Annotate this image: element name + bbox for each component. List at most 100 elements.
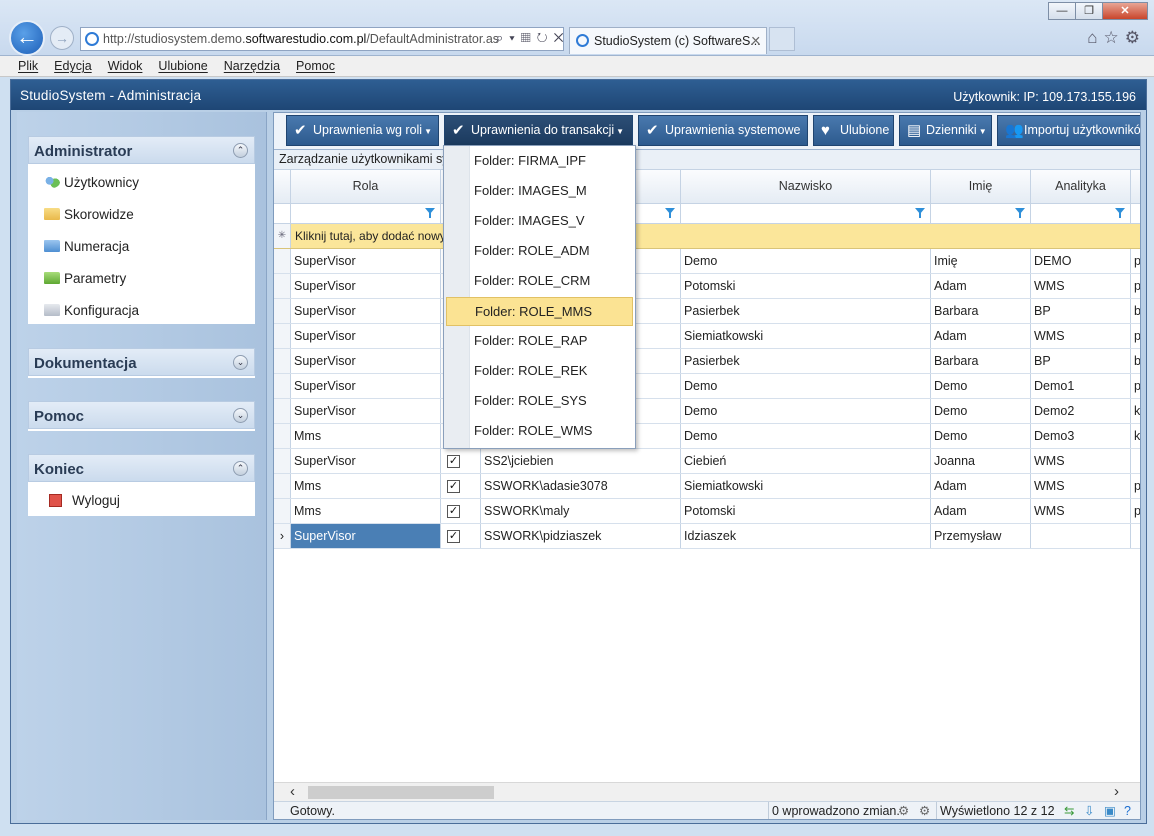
active-checkbox[interactable]: ✓ bbox=[447, 505, 460, 518]
cell-extra[interactable] bbox=[1131, 449, 1140, 473]
table-row[interactable]: Mms ✓ SSWORK\adasie3078 Siemiatkowski Adam WM… bbox=[274, 474, 1140, 499]
tab-close-icon[interactable]: ✕ bbox=[751, 28, 761, 54]
search-icon[interactable]: ⌕ bbox=[496, 30, 509, 45]
row-header-cell[interactable] bbox=[274, 249, 291, 273]
row-header-cell[interactable] bbox=[274, 274, 291, 298]
discard-changes-icon[interactable]: ⚙ bbox=[919, 802, 930, 819]
filter-cell-nazwisko[interactable] bbox=[681, 204, 931, 223]
menu-widok[interactable]: Widok bbox=[100, 56, 151, 76]
cell-extra[interactable] bbox=[1131, 524, 1140, 548]
cell-imie[interactable]: Demo bbox=[931, 374, 1031, 398]
cell-extra[interactable]: p bbox=[1131, 274, 1140, 298]
cell-nazwisko[interactable]: Potomski bbox=[681, 499, 931, 523]
cell-analityka[interactable] bbox=[1031, 524, 1131, 548]
scroll-left-icon[interactable]: ‹ bbox=[290, 783, 295, 801]
filter-icon[interactable] bbox=[665, 208, 675, 219]
cell-login[interactable]: SSWORK\maly bbox=[481, 499, 681, 523]
row-header-cell[interactable] bbox=[274, 349, 291, 373]
panel-header-dokumentacja[interactable]: Dokumentacja ⌄ bbox=[28, 348, 255, 376]
sidebar-item-parametry[interactable]: Parametry bbox=[28, 262, 255, 294]
dropdown-item[interactable]: Folder: ROLE_CRM bbox=[446, 267, 633, 296]
cell-rola[interactable]: Mms bbox=[291, 424, 441, 448]
menu-plik[interactable]: Plik bbox=[10, 56, 46, 76]
sidebar-item-skorowidze[interactable]: Skorowidze bbox=[28, 198, 255, 230]
cell-extra[interactable]: p bbox=[1131, 474, 1140, 498]
filter-icon[interactable] bbox=[1115, 208, 1125, 219]
cell-extra[interactable]: p bbox=[1131, 374, 1140, 398]
cell-nazwisko[interactable]: Demo bbox=[681, 399, 931, 423]
row-header-cell[interactable] bbox=[274, 399, 291, 423]
favorites-button[interactable]: ♥ Ulubione bbox=[813, 115, 894, 146]
row-header-cell[interactable] bbox=[274, 449, 291, 473]
dropdown-item[interactable]: Folder: ROLE_REK bbox=[446, 357, 633, 386]
cell-extra[interactable]: p bbox=[1131, 499, 1140, 523]
cell-extra[interactable]: b bbox=[1131, 349, 1140, 373]
row-header-cell[interactable] bbox=[274, 299, 291, 323]
cell-analityka[interactable]: WMS bbox=[1031, 274, 1131, 298]
cell-nazwisko[interactable]: Siemiatkowski bbox=[681, 474, 931, 498]
cell-active[interactable]: ✓ bbox=[441, 524, 481, 548]
active-checkbox[interactable]: ✓ bbox=[447, 480, 460, 493]
table-row[interactable]: SuperVisor Siemiatkowski Adam WMS p bbox=[274, 324, 1140, 349]
cell-active[interactable]: ✓ bbox=[441, 499, 481, 523]
filter-cell-rola[interactable] bbox=[291, 204, 441, 223]
column-header-imie[interactable]: Imię bbox=[931, 170, 1031, 203]
cell-rola[interactable]: SuperVisor bbox=[291, 324, 441, 348]
cell-analityka[interactable]: BP bbox=[1031, 299, 1131, 323]
collapse-icon[interactable]: ⌃ bbox=[233, 461, 248, 476]
cell-login[interactable]: SSWORK\pidziaszek bbox=[481, 524, 681, 548]
print-icon[interactable]: ▣ bbox=[1104, 802, 1116, 819]
table-row[interactable]: SuperVisor ✓ SS2\jciebien Ciebień Joanna WMS bbox=[274, 449, 1140, 474]
dropdown-item[interactable]: Folder: ROLE_MMS bbox=[446, 297, 633, 326]
transaction-permissions-button[interactable]: ✔ Uprawnienia do transakcji ▼ bbox=[444, 115, 633, 146]
save-changes-icon[interactable]: ⚙ bbox=[898, 802, 909, 819]
dropdown-item[interactable]: Folder: ROLE_SYS bbox=[446, 387, 633, 416]
close-window-button[interactable]: ✕ bbox=[1102, 2, 1148, 20]
cell-rola[interactable]: SuperVisor bbox=[291, 399, 441, 423]
new-tab-button[interactable] bbox=[769, 27, 795, 51]
cell-rola[interactable]: Mms bbox=[291, 474, 441, 498]
row-header-cell[interactable] bbox=[274, 424, 291, 448]
table-row[interactable]: SuperVisor Pasierbek Barbara BP b bbox=[274, 349, 1140, 374]
roles-permissions-button[interactable]: ✔ Uprawnienia wg roli ▼ bbox=[286, 115, 439, 146]
refresh-icon[interactable]: ↻ bbox=[537, 30, 554, 45]
sidebar-item-wyloguj[interactable]: Wyloguj bbox=[28, 484, 255, 516]
cell-rola[interactable]: SuperVisor bbox=[291, 274, 441, 298]
browser-tab[interactable]: StudioSystem (c) SoftwareS... ✕ bbox=[569, 27, 767, 54]
cell-rola[interactable]: SuperVisor bbox=[291, 374, 441, 398]
cell-analityka[interactable]: BP bbox=[1031, 349, 1131, 373]
dropdown-item[interactable]: Folder: IMAGES_M bbox=[446, 177, 633, 206]
logs-button[interactable]: ▤ Dzienniki ▼ bbox=[899, 115, 992, 146]
cell-rola[interactable]: SuperVisor bbox=[291, 299, 441, 323]
cell-extra[interactable]: p bbox=[1131, 324, 1140, 348]
dropdown-item[interactable]: Folder: FIRMA_IPF bbox=[446, 147, 633, 176]
dropdown-item[interactable]: Folder: IMAGES_V bbox=[446, 207, 633, 236]
column-header-nazwisko[interactable]: Nazwisko bbox=[681, 170, 931, 203]
cell-imie[interactable]: Adam bbox=[931, 474, 1031, 498]
cell-extra[interactable]: p bbox=[1131, 249, 1140, 273]
column-header-extra[interactable] bbox=[1131, 170, 1140, 203]
collapse-icon[interactable]: ⌃ bbox=[233, 143, 248, 158]
table-row[interactable]: SuperVisor Demo Imię DEMO p bbox=[274, 249, 1140, 274]
menu-ulubione[interactable]: Ulubione bbox=[150, 56, 215, 76]
cell-imie[interactable]: Demo bbox=[931, 424, 1031, 448]
cell-imie[interactable]: Demo bbox=[931, 399, 1031, 423]
favorites-star-icon[interactable]: ☆ bbox=[1104, 28, 1125, 47]
dropdown-arrow-icon[interactable]: ▾ bbox=[509, 30, 520, 45]
export-icon[interactable]: ⇩ bbox=[1084, 802, 1094, 819]
cell-imie[interactable]: Barbara bbox=[931, 349, 1031, 373]
cell-nazwisko[interactable]: Demo bbox=[681, 424, 931, 448]
forward-button[interactable]: → bbox=[50, 26, 74, 50]
refresh-icon[interactable]: ⇆ bbox=[1064, 802, 1074, 819]
row-pointer-icon[interactable]: › bbox=[274, 524, 291, 548]
active-checkbox[interactable]: ✓ bbox=[447, 530, 460, 543]
table-row[interactable]: Mms ✓ SSWORK\maly Potomski Adam WMS p bbox=[274, 499, 1140, 524]
cell-imie[interactable]: Adam bbox=[931, 324, 1031, 348]
table-row[interactable]: SuperVisor Potomski Adam WMS p bbox=[274, 274, 1140, 299]
filter-icon[interactable] bbox=[425, 208, 435, 219]
scroll-right-icon[interactable]: › bbox=[1114, 783, 1119, 801]
table-row[interactable]: SuperVisor Demo Demo Demo2 k bbox=[274, 399, 1140, 424]
compat-icon[interactable]: ▦ bbox=[521, 30, 537, 45]
cell-imie[interactable]: Joanna bbox=[931, 449, 1031, 473]
menu-pomoc[interactable]: Pomoc bbox=[288, 56, 343, 76]
